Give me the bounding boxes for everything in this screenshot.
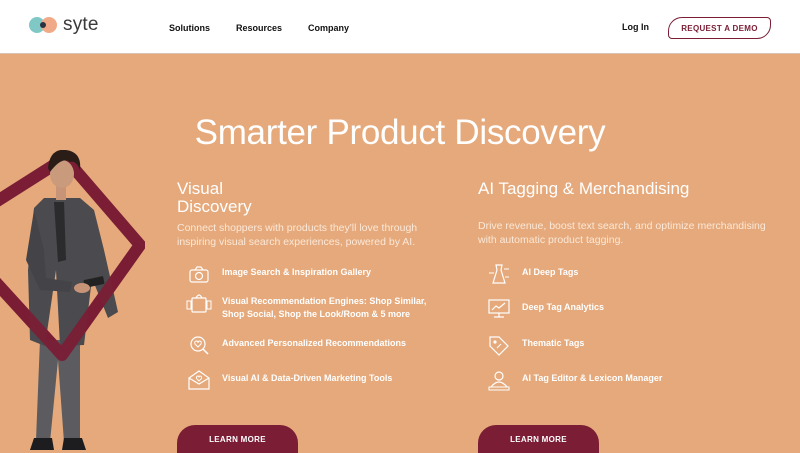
visual-heading: Visual Discovery xyxy=(177,179,252,216)
feature-ai-deep-tags[interactable]: AI Deep Tags xyxy=(486,263,578,285)
visual-discovery-section: Visual Discovery Connect shoppers with p… xyxy=(177,180,457,249)
feature-thematic-tags[interactable]: Thematic Tags xyxy=(486,334,584,356)
tagging-description: Drive revenue, boost text search, and op… xyxy=(478,220,766,246)
tagging-learn-more-button[interactable]: LEARN MORE xyxy=(478,425,599,453)
feature-image-search[interactable]: Image Search & Inspiration Gallery xyxy=(186,263,371,285)
feature-tag-editor[interactable]: AI Tag Editor & Lexicon Manager xyxy=(486,369,662,391)
top-nav: syte Solutions Resources Company Log In … xyxy=(0,0,800,54)
feature-label: Image Search & Inspiration Gallery xyxy=(222,267,372,277)
visual-description: Connect shoppers with products they'll l… xyxy=(177,222,418,248)
nav-link-resources[interactable]: Resources xyxy=(236,23,282,33)
dress-tags-icon xyxy=(486,263,512,285)
hero-title: Smarter Product Discovery xyxy=(194,113,606,152)
nav-link-company[interactable]: Company xyxy=(308,23,349,33)
brand-name: syte xyxy=(63,14,99,35)
ai-tagging-section: AI Tagging & Merchandising Drive revenue… xyxy=(478,180,768,247)
feature-recommendation-engines[interactable]: Visual Recommendation Engines: Shop Simi… xyxy=(186,292,456,321)
nav-links: Solutions Resources Company xyxy=(169,23,349,33)
tagging-heading: AI Tagging & Merchandising xyxy=(478,179,690,198)
feature-label: Visual AI & Data-Driven Marketing Tools xyxy=(222,373,393,383)
feature-label: Advanced Personalized Recommendations xyxy=(222,338,407,348)
camera-icon xyxy=(186,263,212,285)
tag-icon xyxy=(486,334,512,356)
feature-deep-tag-analytics[interactable]: Deep Tag Analytics xyxy=(486,298,604,320)
chart-monitor-icon xyxy=(486,298,512,320)
feature-label: Deep Tag Analytics xyxy=(522,302,605,312)
visual-learn-more-button[interactable]: LEARN MORE xyxy=(177,425,298,453)
syte-logo-icon xyxy=(29,14,59,36)
feature-label: Thematic Tags xyxy=(522,338,585,348)
heart-search-icon xyxy=(186,334,212,356)
feature-marketing-tools[interactable]: Visual AI & Data-Driven Marketing Tools xyxy=(186,369,392,391)
feature-personalized-recommendations[interactable]: Advanced Personalized Recommendations xyxy=(186,334,406,356)
shopping-bag-icon xyxy=(186,292,212,314)
login-link[interactable]: Log In xyxy=(622,22,649,32)
request-demo-button[interactable]: REQUEST A DEMO xyxy=(668,17,771,39)
hero-person-image xyxy=(0,150,145,450)
feature-label: AI Deep Tags xyxy=(522,267,579,277)
user-editor-icon xyxy=(486,369,512,391)
syte-logo[interactable]: syte xyxy=(29,14,99,36)
feature-label: Visual Recommendation Engines: Shop Simi… xyxy=(222,296,427,319)
feature-label: AI Tag Editor & Lexicon Manager xyxy=(522,373,663,383)
nav-link-solutions[interactable]: Solutions xyxy=(169,23,210,33)
envelope-heart-icon xyxy=(186,369,212,391)
